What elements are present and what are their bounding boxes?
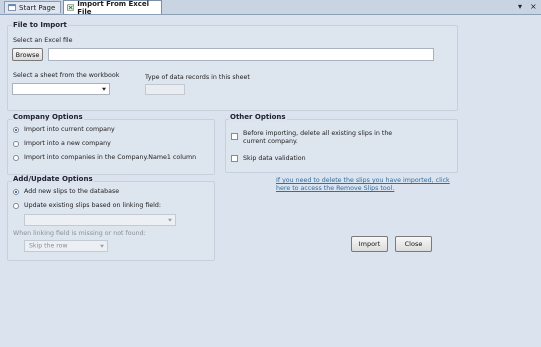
- radio-update-existing[interactable]: [13, 203, 19, 209]
- delete-existing-label-line1: Before importing, delete all existing sl…: [243, 130, 393, 137]
- data-record-type-label: Type of data records in this sheet: [145, 74, 250, 81]
- excel-import-icon: [67, 4, 75, 11]
- tab-import-from-excel[interactable]: Import From Excel File: [63, 0, 162, 16]
- company-options-title: Company Options: [12, 113, 84, 121]
- import-button[interactable]: Import: [351, 236, 388, 252]
- tab-bar: Start Page Import From Excel File ▾ ×: [0, 0, 541, 16]
- remove-slips-link-line2: here to access the Remove Slips tool.: [276, 185, 395, 192]
- update-existing-label: Update existing slips based on linking f…: [24, 202, 162, 209]
- tab-list-dropdown-icon[interactable]: ▾: [518, 2, 522, 11]
- file-to-import-group: [7, 25, 458, 111]
- data-record-type-field: [145, 84, 185, 95]
- skip-validation-label: Skip data validation: [243, 155, 306, 162]
- tab-start-page[interactable]: Start Page: [4, 1, 61, 13]
- chevron-down-icon: [102, 87, 106, 91]
- other-options-group: [225, 119, 458, 173]
- radio-current-company[interactable]: [13, 127, 19, 133]
- select-excel-file-label: Select an Excel file: [13, 37, 73, 44]
- new-company-label: Import into a new company: [24, 140, 111, 147]
- tab-start-page-label: Start Page: [19, 3, 56, 12]
- radio-companies-column[interactable]: [13, 155, 19, 161]
- select-sheet-label: Select a sheet from the workbook: [13, 72, 120, 79]
- start-page-icon: [8, 4, 16, 11]
- tab-import-label: Import From Excel File: [77, 0, 150, 16]
- radio-add-new-slips[interactable]: [13, 189, 19, 195]
- radio-new-company[interactable]: [13, 141, 19, 147]
- missing-field-label: When linking field is missing or not fou…: [13, 230, 146, 237]
- close-tab-icon[interactable]: ×: [530, 2, 537, 11]
- delete-existing-checkbox[interactable]: [231, 133, 238, 140]
- add-new-slips-label: Add new slips to the database: [24, 188, 120, 195]
- skip-validation-checkbox[interactable]: [231, 155, 238, 162]
- companies-column-label: Import into companies in the Company.Nam…: [24, 154, 197, 161]
- add-update-options-title: Add/Update Options: [12, 175, 94, 183]
- main-panel: File to Import Select an Excel file Brow…: [0, 15, 541, 347]
- remove-slips-link-line1: If you need to delete the slips you have…: [276, 177, 450, 184]
- linking-field-select[interactable]: [24, 214, 176, 226]
- missing-field-action-value: Skip the row: [29, 242, 68, 250]
- excel-file-path-input[interactable]: [48, 48, 434, 61]
- sheet-select[interactable]: [12, 83, 110, 95]
- file-to-import-title: File to Import: [12, 21, 68, 29]
- chevron-down-icon: [100, 244, 104, 248]
- remove-slips-link[interactable]: If you need to delete the slips you have…: [276, 177, 450, 193]
- close-button[interactable]: Close: [395, 236, 432, 252]
- delete-existing-label-line2: current company.: [243, 138, 298, 145]
- chevron-down-icon: [168, 218, 172, 222]
- browse-button[interactable]: Browse: [12, 48, 43, 61]
- missing-field-action-select[interactable]: Skip the row: [24, 240, 108, 252]
- current-company-label: Import into current company: [24, 126, 115, 133]
- other-options-title: Other Options: [229, 113, 287, 121]
